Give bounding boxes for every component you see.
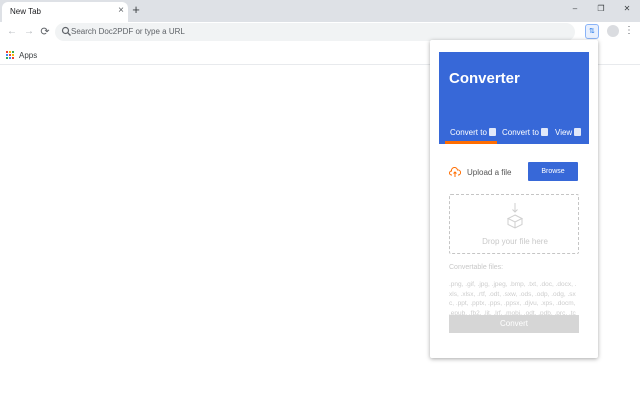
browser-menu-icon[interactable]: ⋮	[624, 24, 634, 38]
pdf-file-icon	[488, 128, 496, 136]
upload-row: Upload a file	[449, 164, 511, 180]
upload-label: Upload a file	[467, 167, 512, 177]
converter-popup: Converter Convert to Convert to View Upl…	[430, 40, 598, 358]
tab-label: View	[555, 127, 573, 137]
forward-button[interactable]: →	[22, 25, 36, 39]
apps-dot	[9, 53, 11, 56]
new-tab-button[interactable]: +	[129, 3, 143, 17]
restore-button[interactable]: ❐	[588, 0, 614, 18]
browse-button[interactable]: Browse	[528, 162, 578, 181]
active-tab-indicator	[445, 141, 497, 144]
close-window-button[interactable]: ✕	[614, 0, 640, 18]
profile-avatar[interactable]	[607, 25, 619, 37]
tab-title: New Tab	[10, 7, 41, 16]
tab-view[interactable]: View	[555, 122, 582, 142]
apps-dot	[6, 57, 8, 60]
doc2pdf-extension-button[interactable]: ⇅	[585, 24, 599, 39]
apps-dot	[9, 50, 11, 53]
drop-label: Drop your file here	[482, 237, 548, 246]
address-bar[interactable]: Search Doc2PDF or type a URL	[55, 23, 575, 41]
view-file-icon	[574, 128, 582, 136]
apps-dot	[12, 50, 14, 53]
tab-new-tab[interactable]: New Tab ×	[2, 2, 128, 22]
apps-dot	[6, 50, 8, 53]
window-controls: – ❐ ✕	[562, 0, 640, 18]
address-bar-placeholder: Search Doc2PDF or type a URL	[71, 27, 185, 36]
extension-icon: ⇅	[589, 28, 595, 35]
tab-strip: New Tab × + – ❐ ✕	[0, 0, 640, 22]
tab-label: Convert to	[502, 127, 539, 137]
apps-label: Apps	[19, 50, 38, 60]
tab-label: Convert to	[450, 127, 487, 137]
back-button[interactable]: ←	[5, 25, 19, 39]
apps-shortcut[interactable]: Apps	[6, 49, 37, 61]
cloud-upload-icon	[449, 166, 461, 177]
reload-button[interactable]: ⟳	[38, 25, 52, 39]
browser-window: New Tab × + – ❐ ✕ ← → ⟳ Search Doc2PDF o…	[0, 0, 640, 400]
convert-button[interactable]: Convert	[449, 315, 579, 333]
popup-header: Converter Convert to Convert to View	[439, 52, 589, 144]
tab-close-icon[interactable]: ×	[118, 5, 124, 17]
apps-dot	[6, 53, 8, 56]
tab-convert-from-pdf[interactable]: Convert to	[502, 122, 548, 142]
supported-formats-list: .png, .gif, .jpg, .jpeg, .bmp, .txt, .do…	[449, 281, 577, 315]
file-drop-zone[interactable]: Drop your file here	[449, 194, 579, 254]
tab-convert-to-pdf[interactable]: Convert to	[450, 122, 496, 142]
apps-grid-icon	[6, 50, 15, 60]
drop-box-icon	[506, 203, 524, 229]
apps-dot	[9, 57, 11, 60]
convertable-files-label: Convertable files:	[449, 264, 504, 271]
apps-dot	[12, 57, 14, 60]
minimize-button[interactable]: –	[562, 0, 588, 18]
apps-dot	[12, 53, 14, 56]
doc-file-icon	[540, 128, 548, 136]
popup-title: Converter	[449, 70, 520, 87]
